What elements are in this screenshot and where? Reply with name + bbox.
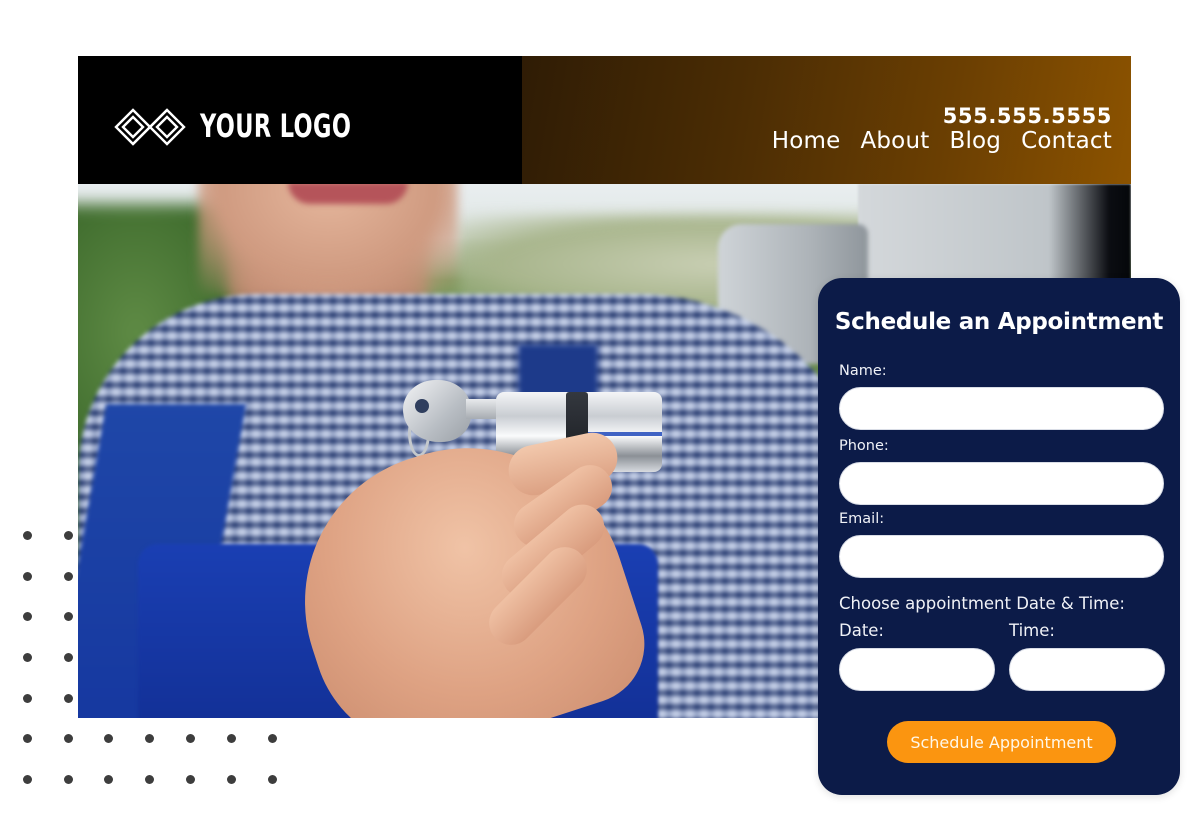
decorative-dot bbox=[63, 652, 73, 662]
key-head bbox=[403, 380, 471, 442]
name-input[interactable] bbox=[839, 387, 1164, 430]
email-input[interactable] bbox=[839, 535, 1164, 578]
schedule-appointment-button[interactable]: Schedule Appointment bbox=[887, 721, 1116, 763]
key-blade bbox=[466, 399, 500, 419]
decorative-dot bbox=[22, 774, 32, 784]
logo-text: YOUR LOGO bbox=[200, 107, 352, 145]
nav-link-about[interactable]: About bbox=[860, 128, 929, 154]
decorative-dot bbox=[63, 693, 73, 703]
header-nav-area: 555.555.5555 Home About Blog Contact bbox=[522, 56, 1131, 184]
decorative-dot bbox=[63, 571, 73, 581]
decorative-dot bbox=[185, 774, 195, 784]
phone-label: Phone: bbox=[839, 438, 889, 454]
appointment-form: Schedule an Appointment Name: Phone: Ema… bbox=[818, 278, 1180, 795]
decorative-dot bbox=[267, 733, 277, 743]
decorative-dot bbox=[22, 611, 32, 621]
decorative-dot bbox=[22, 733, 32, 743]
decorative-dot bbox=[22, 652, 32, 662]
decorative-dot bbox=[185, 733, 195, 743]
nav-link-contact[interactable]: Contact bbox=[1021, 128, 1112, 154]
decorative-dot bbox=[103, 774, 113, 784]
decorative-dot bbox=[267, 774, 277, 784]
phone-number[interactable]: 555.555.5555 bbox=[943, 104, 1112, 128]
main-nav: Home About Blog Contact bbox=[772, 128, 1112, 154]
decorative-dot bbox=[144, 733, 154, 743]
form-title: Schedule an Appointment bbox=[834, 309, 1164, 335]
time-input[interactable] bbox=[1009, 648, 1165, 691]
decorative-dot bbox=[226, 774, 236, 784]
header-logo-area: YOUR LOGO bbox=[78, 56, 522, 184]
interlocking-diamonds-icon bbox=[114, 108, 186, 146]
decorative-dot bbox=[63, 611, 73, 621]
decorative-dot bbox=[103, 733, 113, 743]
decorative-dot bbox=[226, 733, 236, 743]
site-header: YOUR LOGO 555.555.5555 Home About Blog C… bbox=[78, 56, 1131, 184]
nav-link-home[interactable]: Home bbox=[772, 128, 841, 154]
decorative-dot bbox=[22, 530, 32, 540]
decorative-dot bbox=[22, 571, 32, 581]
name-label: Name: bbox=[839, 363, 887, 379]
phone-input[interactable] bbox=[839, 462, 1164, 505]
datetime-prompt: Choose appointment Date & Time: bbox=[839, 594, 1125, 613]
person-smile bbox=[288, 184, 408, 204]
date-label: Date: bbox=[839, 621, 884, 640]
nav-link-blog[interactable]: Blog bbox=[949, 128, 1001, 154]
decorative-dot bbox=[63, 530, 73, 540]
date-input[interactable] bbox=[839, 648, 995, 691]
decorative-dot bbox=[63, 774, 73, 784]
logo[interactable]: YOUR LOGO bbox=[114, 100, 394, 152]
decorative-dot bbox=[22, 693, 32, 703]
decorative-dot bbox=[144, 774, 154, 784]
decorative-dot bbox=[63, 733, 73, 743]
key-hole bbox=[415, 399, 429, 413]
time-label: Time: bbox=[1009, 621, 1055, 640]
email-label: Email: bbox=[839, 511, 885, 527]
